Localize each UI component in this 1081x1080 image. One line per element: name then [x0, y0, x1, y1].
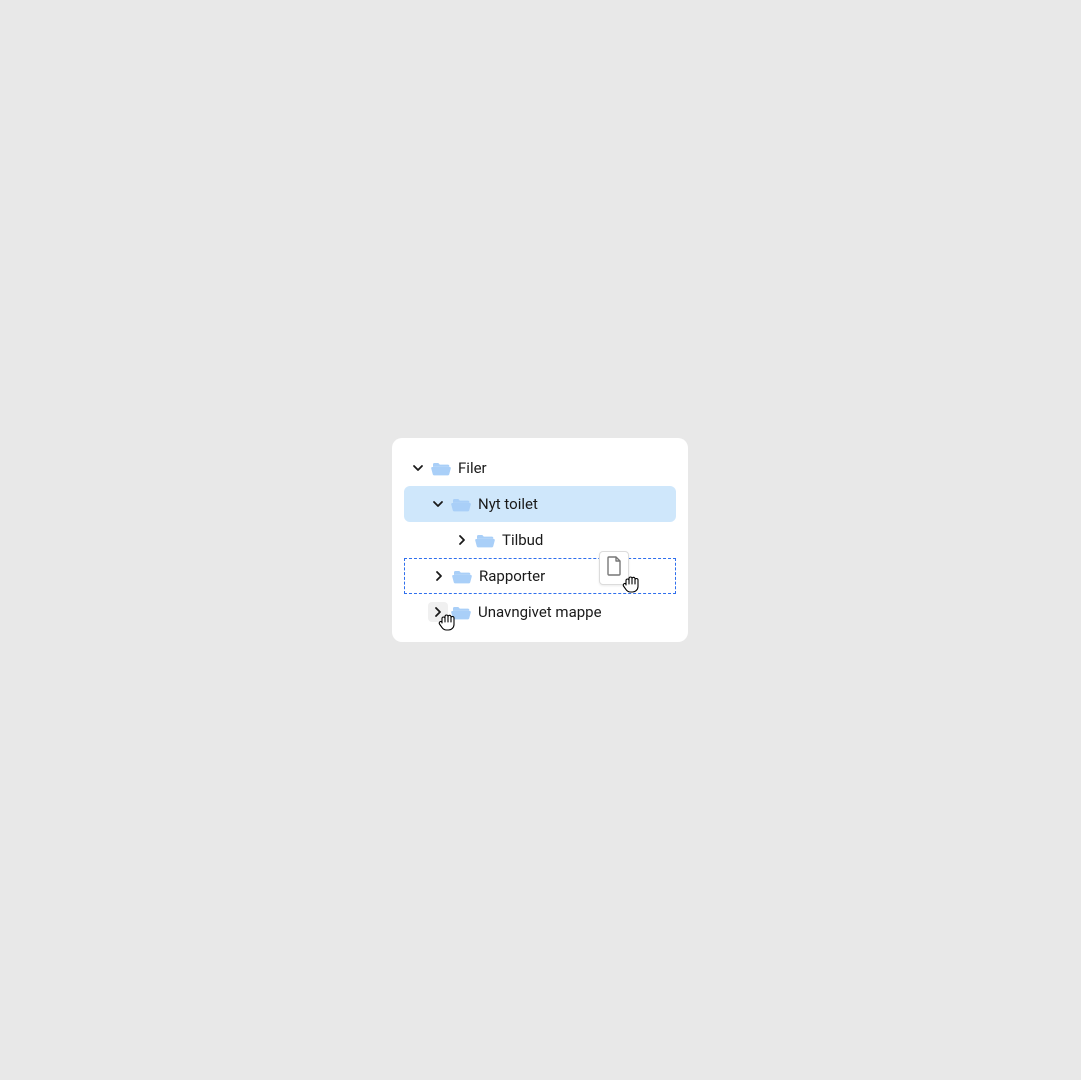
chevron-down-icon[interactable] [428, 494, 448, 514]
tree-label: Rapporter [479, 567, 545, 585]
file-icon [606, 556, 622, 580]
tree-label: Tilbud [502, 531, 543, 549]
folder-open-icon [430, 457, 452, 479]
chevron-down-icon[interactable] [408, 458, 428, 478]
folder-open-icon [450, 493, 472, 515]
folder-open-icon [450, 601, 472, 623]
chevron-right-icon[interactable] [428, 602, 448, 622]
drag-ghost-file [599, 551, 629, 585]
tree-row-nyt-toilet[interactable]: Nyt toilet [404, 486, 676, 522]
tree-row-filer[interactable]: Filer [404, 450, 676, 486]
tree-label: Filer [458, 459, 487, 477]
tree-label: Unavngivet mappe [478, 603, 602, 621]
tree-label: Nyt toilet [478, 495, 538, 513]
tree-row-unavngivet-mappe[interactable]: Unavngivet mappe [404, 594, 676, 630]
chevron-right-icon[interactable] [452, 530, 472, 550]
folder-open-icon [451, 565, 473, 587]
tree-row-tilbud[interactable]: Tilbud [404, 522, 676, 558]
chevron-right-icon[interactable] [429, 566, 449, 586]
folder-tree-panel: Filer Nyt toilet Tilbud Rapporter [392, 438, 688, 642]
tree-row-rapporter[interactable]: Rapporter [404, 558, 676, 594]
folder-open-icon [474, 529, 496, 551]
